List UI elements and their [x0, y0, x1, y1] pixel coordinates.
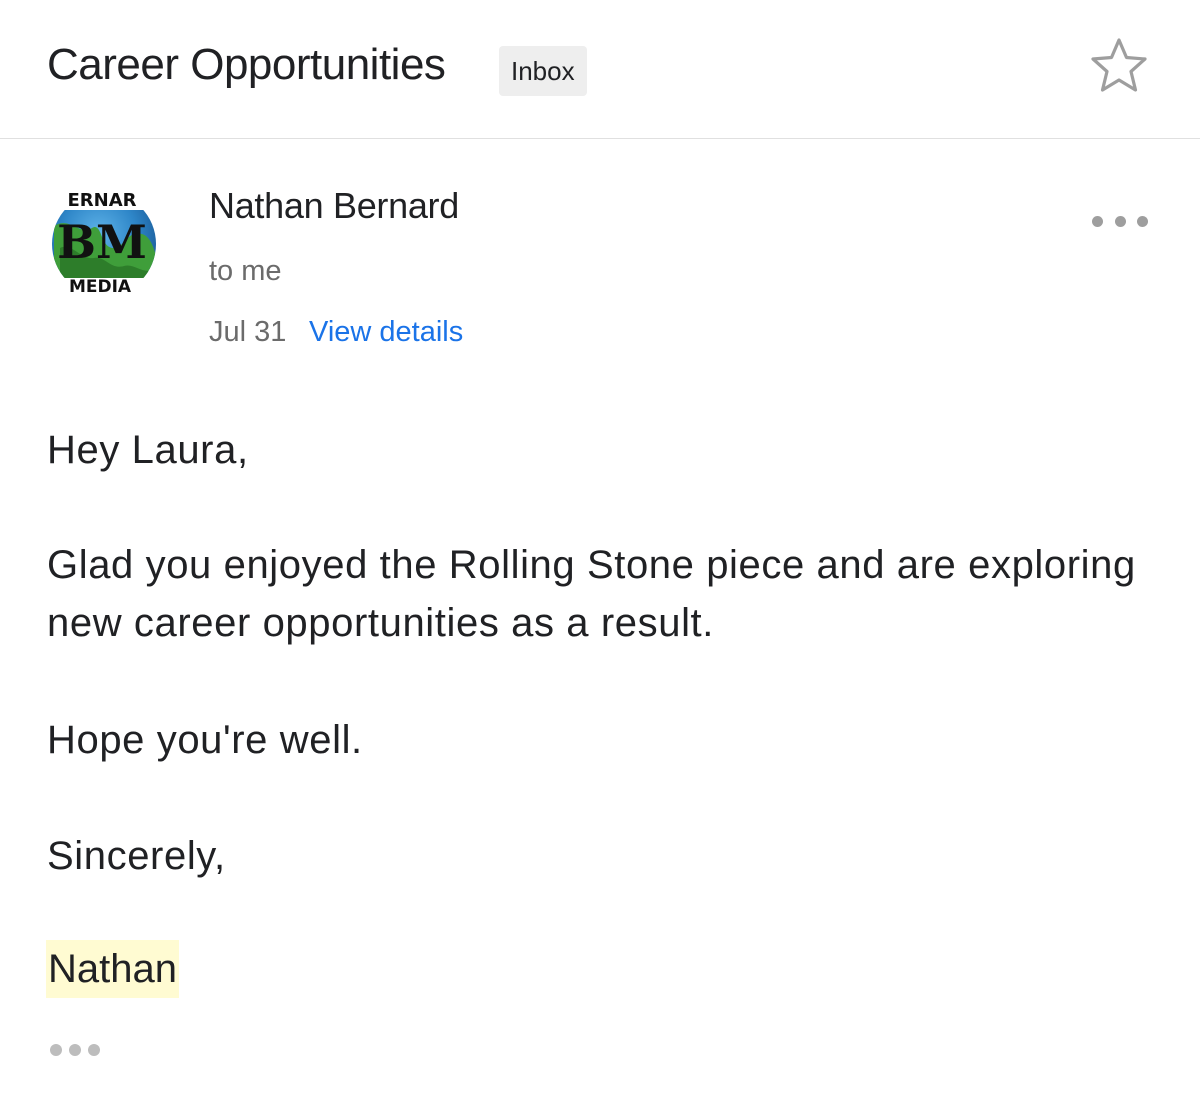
signature-highlighted: Nathan	[46, 940, 179, 998]
dot	[1114, 215, 1126, 227]
dot	[69, 1044, 81, 1056]
dot	[50, 1044, 62, 1056]
email-date: Jul 31	[209, 316, 287, 348]
show-trimmed-content-icon[interactable]	[50, 1042, 100, 1058]
more-options-icon[interactable]	[1092, 206, 1148, 236]
recipient-text: to me	[209, 255, 282, 287]
body-paragraph: Glad you enjoyed the Rolling Stone piece…	[47, 543, 1136, 645]
sender-name[interactable]: Nathan Bernard	[209, 184, 459, 228]
star-icon[interactable]	[1088, 36, 1150, 94]
dot	[1137, 215, 1148, 227]
view-details-link[interactable]: View details	[309, 314, 463, 350]
body-line: Hope you're well.	[47, 718, 363, 762]
email-view: Career Opportunities Inbox ERNAR BM MEDI…	[0, 0, 1200, 1107]
inbox-label-chip[interactable]: Inbox	[499, 46, 587, 96]
avatar-bottom-text: MEDIA	[69, 277, 132, 294]
email-header: Career Opportunities Inbox	[0, 0, 1200, 139]
avatar-monogram: BM	[57, 215, 147, 269]
dot	[1092, 215, 1103, 227]
body-closing: Sincerely,	[47, 834, 226, 878]
sender-avatar[interactable]: ERNAR BM MEDIA	[50, 186, 158, 294]
email-subject: Career Opportunities	[47, 40, 446, 89]
avatar-top-text: ERNAR	[67, 190, 136, 211]
dot	[88, 1044, 100, 1056]
body-greeting: Hey Laura,	[47, 428, 249, 472]
